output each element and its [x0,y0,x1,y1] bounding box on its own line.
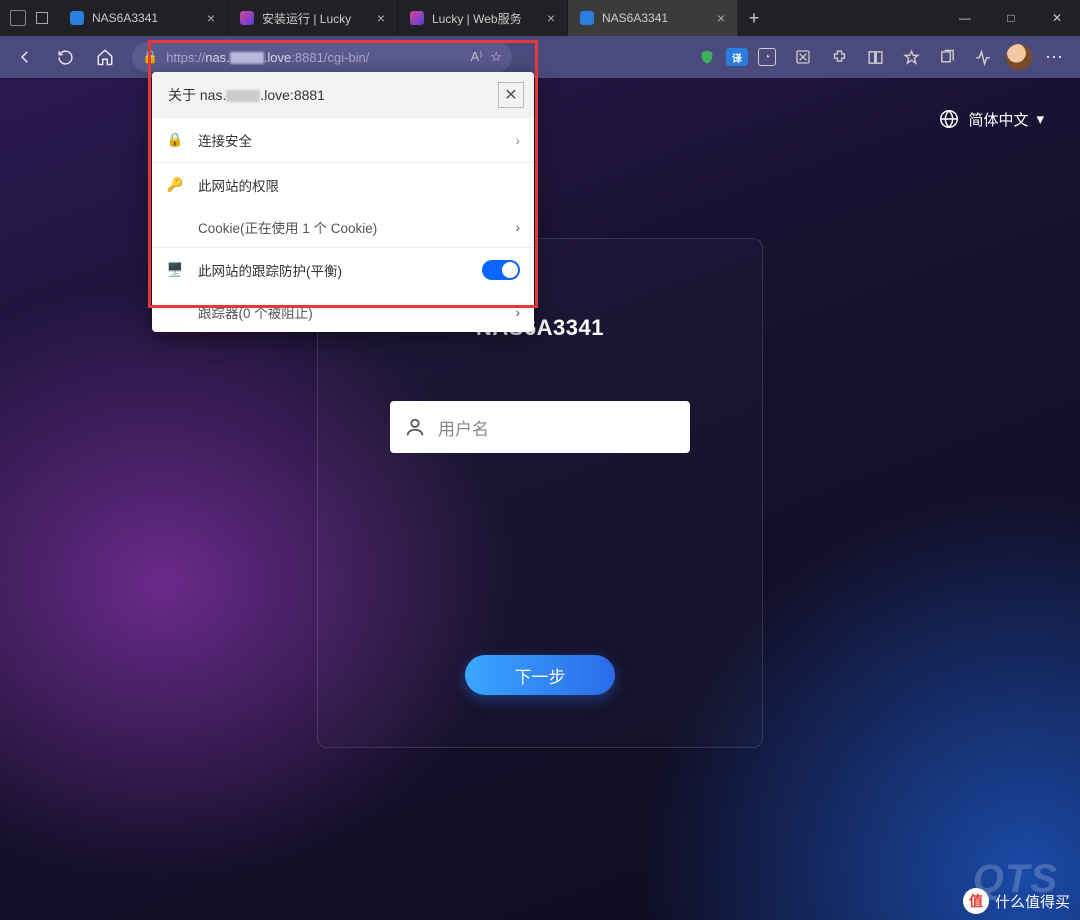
popup-title: 关于 nas..love:8881 [168,85,498,105]
tab-close-icon[interactable]: × [717,10,725,26]
chevron-right-icon: › [516,305,521,320]
connection-secure-row[interactable]: 🔒 连接安全 › [152,118,534,162]
tab-label: Lucky | Web服务 [432,10,539,27]
source-watermark: 值 什么值得买 [963,888,1070,914]
window-close-button[interactable]: ✕ [1034,0,1080,36]
globe-icon [938,108,960,130]
next-button-label: 下一步 [515,663,566,688]
lock-icon: 🔒 [166,132,184,148]
new-tab-button[interactable]: + [738,0,770,36]
watermark-badge: 值 [963,888,989,914]
language-selector[interactable]: 简体中文 ▾ [938,108,1044,130]
tab-nas-1[interactable]: NAS6A3341 × [58,0,228,36]
next-button[interactable]: 下一步 [465,655,615,695]
read-aloud-icon[interactable]: A⁾ [470,49,482,65]
username-input[interactable]: 用户名 [390,401,690,453]
popup-header: 关于 nas..love:8881 ✕ [152,72,534,118]
extension-icon-2[interactable] [786,40,820,74]
site-info-popup: 关于 nas..love:8881 ✕ 🔒 连接安全 › 🔑 此网站的权限 Co… [152,72,534,332]
language-label: 简体中文 [968,109,1028,130]
favicon-icon [410,11,424,25]
key-icon: 🔑 [166,177,184,193]
chevron-right-icon: › [516,220,521,235]
tab-label: 安装运行 | Lucky [262,10,369,27]
profile-avatar[interactable] [1002,40,1036,74]
cookies-label: Cookie(正在使用 1 个 Cookie) [198,217,516,237]
translate-icon[interactable]: 译 [726,48,748,66]
performance-icon[interactable] [966,40,1000,74]
watermark-text: 什么值得买 [995,891,1070,912]
trackers-row[interactable]: 跟踪器(0 个被阻止) › [152,292,534,332]
window-titlebar: NAS6A3341 × 安装运行 | Lucky × Lucky | Web服务… [0,0,1080,36]
permissions-row: 🔑 此网站的权限 [152,162,534,207]
refresh-button[interactable] [48,40,82,74]
window-controls: — □ ✕ [942,0,1080,36]
favorites-icon[interactable] [894,40,928,74]
lock-icon[interactable]: 🔒 [142,49,158,65]
tab-close-icon[interactable]: × [377,10,385,26]
tracking-row[interactable]: 🖥️ 此网站的跟踪防护(平衡) [152,247,534,292]
username-placeholder: 用户名 [438,415,489,440]
home-button[interactable] [88,40,122,74]
tab-lucky-web[interactable]: Lucky | Web服务 × [398,0,568,36]
collections-icon[interactable] [930,40,964,74]
cookies-row[interactable]: Cookie(正在使用 1 个 Cookie) › [152,207,534,247]
tab-label: NAS6A3341 [92,11,199,25]
favicon-icon [240,11,254,25]
tab-close-icon[interactable]: × [207,10,215,26]
app-icon [10,10,26,26]
favicon-icon [580,11,594,25]
connection-secure-label: 连接安全 [198,130,502,150]
maximize-button[interactable]: □ [988,0,1034,36]
trackers-label: 跟踪器(0 个被阻止) [198,302,516,322]
minimize-button[interactable]: — [942,0,988,36]
favicon-icon [70,11,84,25]
split-screen-icon[interactable] [858,40,892,74]
address-bar[interactable]: 🔒 https://nas..love:8881/cgi-bin/ A⁾ ☆ [132,42,512,72]
tab-nas-active[interactable]: NAS6A3341 × [568,0,738,36]
url-text: https://nas..love:8881/cgi-bin/ [166,50,462,65]
user-icon [404,416,426,438]
extensions-icon[interactable] [822,40,856,74]
workspaces-icon[interactable] [36,12,48,24]
favorite-icon[interactable]: ☆ [490,49,502,65]
tracking-icon: 🖥️ [166,262,184,278]
popup-close-button[interactable]: ✕ [498,82,524,108]
tracking-label: 此网站的跟踪防护(平衡) [198,260,468,280]
tab-close-icon[interactable]: × [547,10,555,26]
permissions-label: 此网站的权限 [198,175,520,195]
tab-strip: NAS6A3341 × 安装运行 | Lucky × Lucky | Web服务… [58,0,942,36]
extension-icon-1[interactable]: ◔ [750,40,784,74]
tab-label: NAS6A3341 [602,11,709,25]
tab-lucky-install[interactable]: 安装运行 | Lucky × [228,0,398,36]
chevron-down-icon: ▾ [1036,110,1044,128]
shield-icon[interactable] [690,40,724,74]
back-button[interactable] [8,40,42,74]
tracking-toggle[interactable] [482,260,520,280]
menu-button[interactable]: ⋯ [1038,40,1072,74]
chevron-right-icon: › [516,133,521,148]
